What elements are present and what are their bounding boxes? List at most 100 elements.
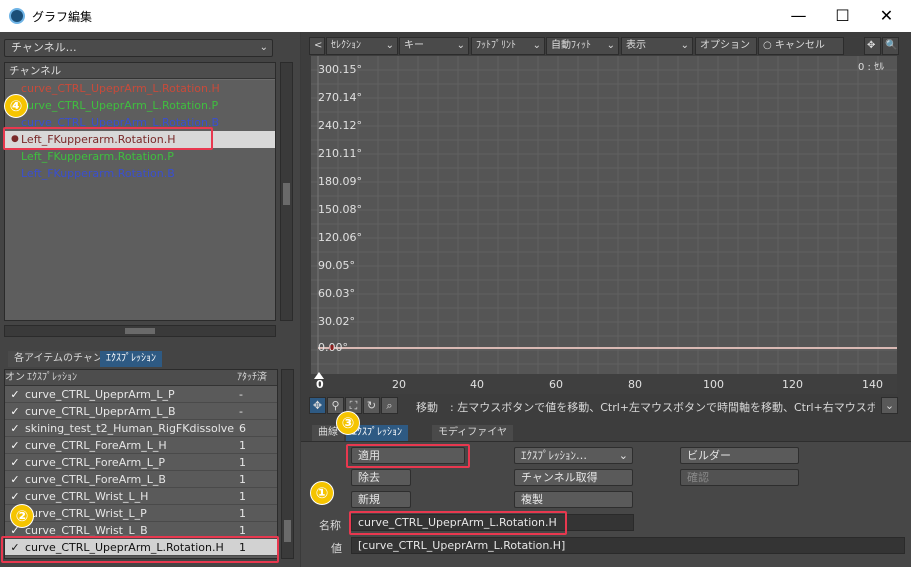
attached-count: - [239, 405, 243, 418]
expression-scrollbar[interactable] [281, 369, 294, 559]
chevron-down-icon: ⌄ [456, 40, 465, 51]
check-icon[interactable]: ✓ [5, 403, 25, 419]
col-header-expression[interactable]: ｴｸｽﾌﾟﾚｯｼｮﾝ [25, 370, 237, 385]
expression-row[interactable]: ✓ skining_test_t2_Human_RigFKdissolve 6 [5, 420, 277, 437]
x-tick-label: 120 [782, 378, 803, 391]
expression-dropdown-label: ｴｸｽﾌﾟﾚｯｼｮﾝ… [521, 449, 587, 462]
back-button[interactable]: < [309, 37, 325, 55]
x-tick-label: 0 [316, 378, 324, 391]
graph-canvas[interactable] [311, 56, 897, 374]
col-header-on[interactable]: オン [5, 370, 25, 385]
expression-dropdown[interactable]: ｴｸｽﾌﾟﾚｯｼｮﾝ… ⌄ [514, 447, 633, 464]
cancel-button[interactable]: ○ キャンセル +U [758, 37, 844, 67]
cancel-label: キャンセル [774, 40, 825, 51]
expression-row[interactable]: ✓ curve_CTRL_ForeArm_L_P 1 [5, 454, 277, 471]
minimize-button[interactable]: — [776, 0, 821, 32]
highlight-box [3, 127, 213, 150]
x-tick-label: 80 [628, 378, 642, 391]
attached-count: 1 [239, 507, 246, 520]
footprint-menu[interactable]: ﾌｯﾄﾌﾟﾘﾝﾄ ⌄ [471, 37, 545, 55]
chevron-down-icon[interactable]: ⌄ [881, 397, 898, 414]
value-label: 値 [331, 542, 342, 555]
y-tick-label: 60.03° [318, 287, 355, 300]
get-channel-button[interactable]: チャンネル取得 [514, 469, 633, 486]
attached-count: 1 [239, 456, 246, 469]
chevron-down-icon: ⌄ [385, 40, 394, 51]
expression-row[interactable]: ✓ curve_CTRL_Wrist_L_H 1 [5, 488, 277, 505]
graph-grid [311, 56, 897, 374]
tab-expressions[interactable]: ｴｸｽﾌﾟﾚｯｼｮﾝ [100, 351, 162, 367]
check-icon[interactable]: ✓ [5, 471, 25, 487]
selection-menu-label: ｾﾚｸｼｮﾝ [331, 40, 361, 51]
app-icon [9, 8, 25, 24]
duplicate-button[interactable]: 複製 [514, 491, 633, 508]
y-tick-label: 30.02° [318, 315, 355, 328]
name-label: 名称 [319, 519, 341, 532]
confirm-button[interactable]: 確認 [680, 469, 799, 486]
auto-fit-menu[interactable]: 自動ﾌｨｯﾄ ⌄ [546, 37, 619, 55]
display-menu-label: 表示 [626, 40, 646, 51]
expression-row[interactable]: ✓ curve_CTRL_ForeArm_L_B 1 [5, 471, 277, 488]
chevron-down-icon: ⌄ [532, 40, 541, 51]
x-tick-label: 20 [392, 378, 406, 391]
auto-fit-menu-label: 自動ﾌｨｯﾄ [551, 40, 591, 51]
y-tick-label: 270.14° [318, 91, 362, 104]
options-menu[interactable]: オプション [695, 37, 757, 55]
expression-name: curve_CTRL_ForeArm_L_B [25, 473, 166, 486]
step-badge-2: ② [10, 504, 34, 528]
graph-corner-label: 0 : ｾﾙ [858, 62, 885, 73]
expression-name: curve_CTRL_ForeArm_L_P [25, 456, 166, 469]
y-tick-label: 0.00° [318, 341, 348, 354]
close-button[interactable]: ✕ [864, 0, 909, 32]
y-tick-label: 180.09° [318, 175, 362, 188]
scroll-thumb[interactable] [125, 328, 155, 334]
chevron-down-icon: ⌄ [680, 40, 689, 51]
expression-row[interactable]: ✓ curve_CTRL_UpeprArm_L_P - [5, 386, 277, 403]
expression-name: curve_CTRL_Wrist_L_H [25, 490, 149, 503]
scroll-thumb[interactable] [283, 183, 290, 205]
scroll-thumb[interactable] [284, 520, 291, 542]
y-tick-label: 240.12° [318, 119, 362, 132]
refresh-icon[interactable]: ↻ [363, 397, 380, 414]
display-menu[interactable]: 表示 ⌄ [621, 37, 693, 55]
attached-count: 1 [239, 490, 246, 503]
new-button[interactable]: 新規 [351, 491, 411, 508]
channel-scrollbar[interactable] [280, 62, 293, 321]
move-tool-icon[interactable]: ✥ [309, 397, 326, 414]
key-menu-label: キー [404, 40, 424, 51]
y-tick-label: 300.15° [318, 63, 362, 76]
builder-button[interactable]: ビルダー [680, 447, 799, 464]
value-field[interactable]: [curve_CTRL_UpeprArm_L.Rotation.H] [351, 537, 905, 554]
highlight-box [346, 444, 470, 468]
channel-filter-dropdown[interactable]: チャンネル… ⌄ [4, 39, 273, 57]
check-icon[interactable]: ✓ [5, 437, 25, 453]
expression-row[interactable]: ✓ curve_CTRL_UpeprArm_L_B - [5, 403, 277, 420]
zoom-icon[interactable]: 🔍 [882, 37, 899, 55]
attached-count: - [239, 388, 243, 401]
pan-icon[interactable]: ✥ [864, 37, 881, 55]
y-tick-label: 90.05° [318, 259, 355, 272]
channel-row[interactable]: Left_FKupperarm.Rotation.P [5, 148, 275, 165]
channel-list: チャンネル curve_CTRL_UpeprArm_L.Rotation.H c… [4, 62, 276, 321]
expression-row[interactable]: ✓ curve_CTRL_ForeArm_L_H 1 [5, 437, 277, 454]
tab-modifier[interactable]: モディファイヤ [432, 425, 513, 441]
channel-row[interactable]: curve_CTRL_UpeprArm_L.Rotation.H [5, 80, 275, 97]
check-icon[interactable]: ✓ [5, 488, 25, 504]
remove-button[interactable]: 除去 [351, 469, 411, 486]
selection-menu[interactable]: ｾﾚｸｼｮﾝ ⌄ [326, 37, 398, 55]
check-icon[interactable]: ✓ [5, 386, 25, 402]
highlight-box [349, 511, 567, 535]
status-label: 移動 [416, 401, 438, 414]
expression-row[interactable]: ✓curve_CTRL_Wrist_L_P1 [5, 505, 277, 522]
attached-count: 1 [239, 439, 246, 452]
footprint-menu-label: ﾌｯﾄﾌﾟﾘﾝﾄ [476, 40, 516, 51]
search-icon[interactable]: ⌕ [381, 397, 398, 414]
check-icon[interactable]: ✓ [5, 454, 25, 470]
key-menu[interactable]: キー ⌄ [399, 37, 469, 55]
channel-row[interactable]: Left_FKupperarm.Rotation.B [5, 165, 275, 182]
check-icon[interactable]: ✓ [5, 420, 25, 436]
channel-h-scrollbar[interactable] [4, 325, 276, 337]
col-header-attached[interactable]: ｱﾀｯﾁ済 [237, 370, 277, 385]
channel-row[interactable]: curve_CTRL_UpeprArm_L.Rotation.P [5, 97, 275, 114]
maximize-button[interactable]: ☐ [820, 0, 865, 32]
